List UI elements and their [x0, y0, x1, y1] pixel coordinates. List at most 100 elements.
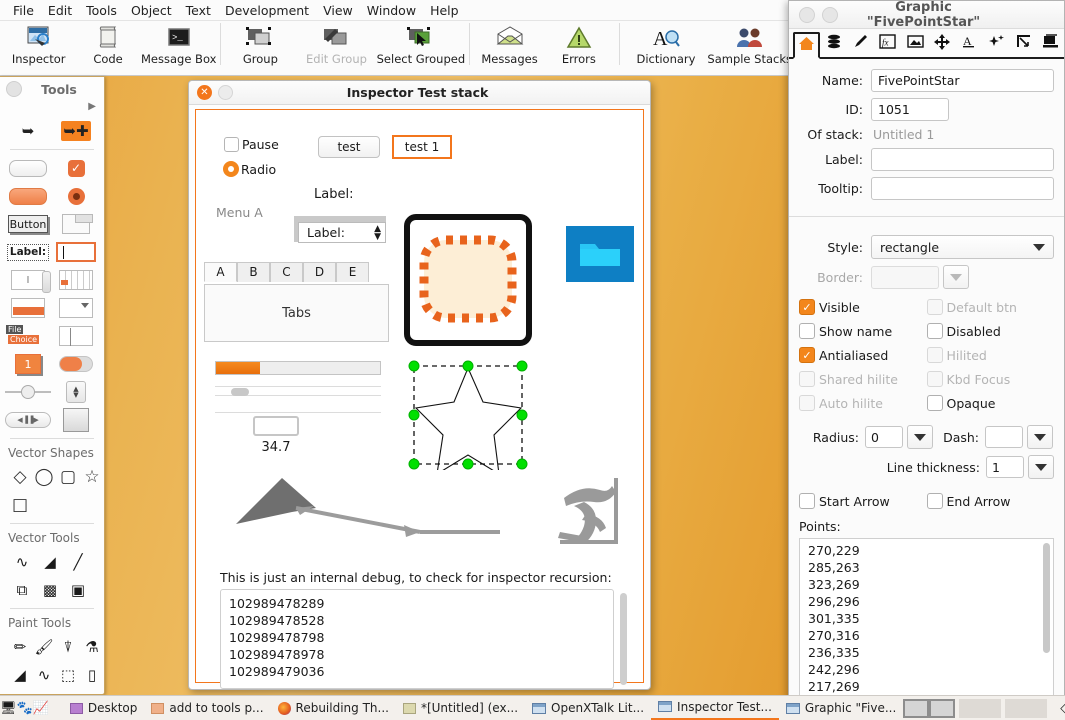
taskbar-item-desktop[interactable]: Desktop — [63, 696, 145, 720]
radio-button[interactable] — [223, 161, 239, 177]
test1-button[interactable]: test 1 — [392, 135, 452, 159]
combo-stepper-icon[interactable]: ▲ ▼ — [374, 224, 381, 241]
tool-brush[interactable]: 🖌 — [32, 633, 56, 661]
checkbox-row-visible[interactable]: ✓ Visible — [799, 295, 927, 319]
tool-vector-rect[interactable]: □ — [8, 491, 32, 519]
line-thickness-input[interactable]: 1 — [986, 456, 1024, 478]
checkbox-row-disabled[interactable]: Disabled — [926, 319, 1055, 343]
taskbar-item-untitled[interactable]: *[Untitled] (ex... — [396, 696, 525, 720]
tool-file-choice[interactable]: File Choice — [4, 322, 52, 350]
inspector-tab-image[interactable] — [902, 30, 929, 57]
inspector-tab-text[interactable]: A — [956, 30, 983, 57]
tool-paint-curve[interactable]: ∿ — [32, 661, 56, 689]
horizontal-scrollbar[interactable] — [215, 386, 381, 396]
tool-table[interactable] — [52, 266, 100, 294]
five-point-star-graphic[interactable] — [408, 360, 528, 476]
toolbar-button-message-box[interactable]: >_ Message Box — [141, 21, 216, 73]
toolbar-button-messages[interactable]: Messages — [475, 21, 544, 73]
tool-option-menu[interactable] — [52, 294, 100, 322]
black-rounded-rect-graphic[interactable] — [404, 214, 532, 346]
close-icon[interactable]: ✕ — [197, 85, 212, 100]
tool-progress-bar[interactable] — [4, 294, 52, 322]
style-select[interactable]: rectangle — [871, 235, 1054, 259]
tooltip-input[interactable] — [871, 177, 1054, 200]
toolbar-button-dictionary[interactable]: A Dictionary — [625, 21, 708, 73]
menu-a-label[interactable]: Menu A — [216, 205, 263, 220]
antialiased-checkbox[interactable]: ✓ — [799, 347, 815, 363]
inspector-tab-position[interactable] — [929, 30, 956, 57]
tool-splitter[interactable] — [52, 322, 100, 350]
id-input[interactable]: 1051 — [871, 98, 949, 121]
menu-item-view[interactable]: View — [316, 1, 360, 20]
radius-input[interactable]: 0 — [865, 426, 903, 448]
tool-eraser[interactable]: ▯ — [80, 661, 104, 689]
tool-paint-polygon[interactable]: ◢ — [8, 661, 32, 689]
tool-vector-star[interactable]: ☆ — [80, 463, 104, 491]
toolbar-button-select-grouped[interactable]: Select Grouped — [377, 21, 465, 73]
points-scrollbar[interactable] — [1043, 543, 1050, 653]
debug-field[interactable]: 102989478289 102989478528 102989478798 1… — [220, 589, 614, 689]
inspector-tab-edit[interactable] — [847, 30, 874, 57]
tool-text-field[interactable] — [52, 238, 100, 266]
taskbar-item-rebuilding[interactable]: Rebuilding Th... — [271, 696, 396, 720]
slider-value-box[interactable] — [253, 416, 299, 436]
tool-checkbox[interactable]: ✓ — [52, 154, 100, 182]
taskbar-item-graphic[interactable]: Graphic "Five... — [779, 696, 903, 720]
tab-b[interactable]: B — [237, 262, 270, 282]
tab-c[interactable]: C — [270, 262, 303, 282]
tool-line[interactable]: ╱ — [64, 548, 92, 576]
brush-scribble-image[interactable] — [554, 476, 624, 548]
tab-d[interactable]: D — [303, 262, 336, 282]
raccoon-icon[interactable]: 🐾 — [17, 701, 33, 716]
stack-titlebar[interactable]: ✕ Inspector Test stack — [189, 81, 650, 105]
tool-radio-button[interactable] — [52, 182, 100, 210]
grey-polygon-and-arrows-graphic[interactable] — [224, 462, 544, 552]
tool-slider[interactable] — [4, 378, 52, 406]
tool-vector-rounded-rect[interactable]: ▢ — [56, 463, 80, 491]
toolbar-button-group[interactable]: Group — [226, 21, 295, 73]
toolbar-button-edit-group[interactable]: Edit Group — [295, 21, 378, 73]
monitor-icon[interactable]: 🖥 — [0, 701, 17, 716]
pause-checkbox-row[interactable]: Pause — [224, 137, 279, 152]
tool-player[interactable]: ◀▐▐▶ — [4, 406, 52, 434]
start-arrow-checkbox[interactable] — [799, 493, 815, 509]
tool-vector-diamond[interactable]: ◇ — [8, 463, 32, 491]
inspector-tab-script[interactable] — [1037, 30, 1064, 57]
tool-push-button[interactable]: Button — [4, 210, 52, 238]
name-input[interactable]: FivePointStar — [871, 69, 1054, 92]
tool-curve[interactable]: ∿ — [8, 548, 36, 576]
checkbox-row-opaque[interactable]: Opaque — [926, 391, 1055, 415]
points-list-field[interactable]: 270,229 285,263 323,269 296,296 301,335 … — [799, 538, 1054, 720]
tray-slot-1[interactable] — [959, 698, 1002, 718]
end-arrow-checkbox[interactable] — [926, 493, 943, 509]
tool-layers[interactable]: ▣ — [64, 576, 92, 604]
tool-bucket[interactable]: ⍒ — [56, 633, 80, 661]
tools-close-button[interactable] — [6, 81, 22, 97]
toolbar-button-inspector[interactable]: Inspector — [4, 21, 73, 73]
tool-spray[interactable]: ⚗ — [80, 633, 104, 661]
inspector-close-button[interactable] — [799, 6, 815, 23]
tool-pencil[interactable]: ✏ — [8, 633, 32, 661]
line-thickness-dropdown-button[interactable] — [1028, 455, 1054, 479]
tool-send-backward[interactable]: ▩ — [36, 576, 64, 604]
inspector-tab-colors[interactable] — [983, 30, 1010, 57]
tool-label-field[interactable]: Label: — [4, 238, 52, 266]
tool-spinner[interactable]: ▲ ▼ — [52, 378, 100, 406]
taskbar-item-add-to-tools[interactable]: add to tools p... — [144, 696, 270, 720]
menu-item-text[interactable]: Text — [179, 1, 218, 20]
menu-item-help[interactable]: Help — [423, 1, 466, 20]
checkbox-row-antialiased[interactable]: ✓ Antialiased — [799, 343, 927, 367]
folder-image[interactable] — [566, 226, 634, 282]
dropbox-icon[interactable]: ◇ — [1051, 701, 1065, 716]
inspector-minimize-button[interactable] — [822, 6, 838, 23]
tool-bring-forward[interactable]: ⧉ — [8, 576, 36, 604]
inspector-tab-basic[interactable] — [793, 32, 821, 59]
tool-toggle-switch[interactable] — [52, 350, 100, 378]
menu-item-file[interactable]: File — [6, 1, 41, 20]
inspector-titlebar[interactable]: Graphic "FivePointStar" — [789, 0, 1064, 30]
visible-checkbox[interactable]: ✓ — [799, 299, 815, 315]
toolbar-button-code[interactable]: Code — [73, 21, 142, 73]
tool-rounded-button[interactable] — [4, 154, 52, 182]
tools-expand-arrow-icon[interactable]: ▶ — [0, 101, 104, 117]
inspector-tab-data[interactable] — [820, 30, 847, 57]
